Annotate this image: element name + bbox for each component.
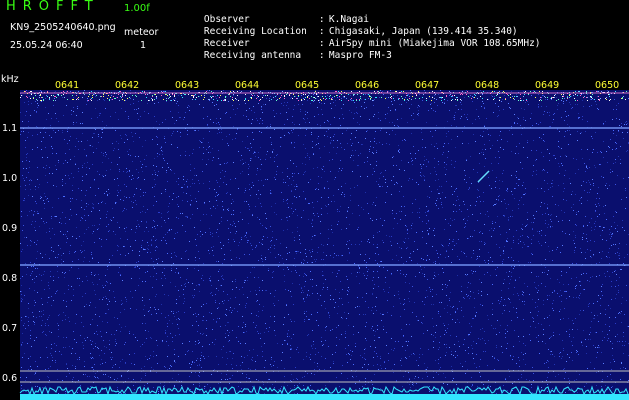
meteor-count-value: 1 — [140, 40, 147, 51]
hrofft-window: HROFFT 1.00f KN9_2505240640.png 25.05.24… — [0, 0, 629, 400]
y-tick-label: 0.8 — [2, 273, 18, 284]
info-separator: : — [318, 50, 325, 61]
x-tick-label: 0650 — [595, 80, 620, 91]
x-tick-label: 0641 — [55, 80, 80, 91]
x-tick-label: 0649 — [535, 80, 560, 91]
y-tick-label: 0.7 — [2, 323, 18, 334]
y-tick-label: 1.0 — [2, 173, 18, 184]
plot-background — [20, 90, 629, 400]
x-tick-label: 0647 — [415, 80, 440, 91]
spectrogram-plot — [19, 90, 629, 400]
app-title: HROFFT — [6, 0, 100, 14]
info-row-antenna: Receiving antenna: Maspro FM-3 — [181, 39, 392, 72]
x-tick-label: 0643 — [175, 80, 200, 91]
info-value: Maspro FM-3 — [328, 50, 392, 61]
y-tick-label: 0.9 — [2, 223, 18, 234]
filename-label: KN9_2505240640.png — [10, 22, 116, 33]
x-tick-label: 0646 — [355, 80, 380, 91]
version-label: 1.00f — [124, 3, 150, 14]
x-tick-label: 0648 — [475, 80, 500, 91]
y-tick-label: 0.6 — [2, 373, 18, 384]
x-tick-label: 0645 — [295, 80, 320, 91]
datetime-label: 25.05.24 06:40 — [10, 40, 83, 51]
x-tick-label: 0644 — [235, 80, 260, 91]
x-tick-label: 0642 — [115, 80, 140, 91]
signal-trace-base — [20, 394, 629, 400]
y-tick-label: 1.1 — [2, 123, 18, 134]
info-key: Receiving antenna — [203, 50, 302, 61]
meteor-count-label: meteor — [124, 27, 159, 38]
